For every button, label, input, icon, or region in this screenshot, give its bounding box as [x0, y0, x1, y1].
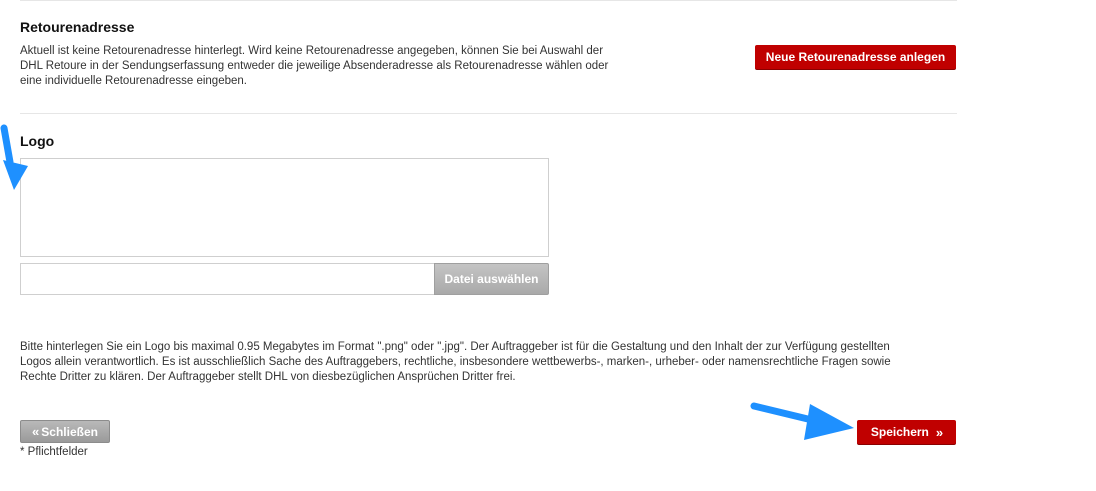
- retoure-description-line: DHL Retoure in der Sendungserfassung ent…: [20, 60, 609, 72]
- double-chevron-right-icon: »: [935, 424, 943, 440]
- retoure-description: Aktuell ist keine Retourenadresse hinter…: [20, 44, 660, 89]
- logo-info-line: Rechte Dritter zu klären. Der Auftraggeb…: [20, 371, 516, 383]
- annotation-arrow: [750, 402, 854, 440]
- logo-info-line: Bitte hinterlegen Sie ein Logo bis maxim…: [20, 341, 890, 353]
- retoure-description-line: Aktuell ist keine Retourenadresse hinter…: [20, 45, 604, 57]
- required-fields-note: * Pflichtfelder: [20, 446, 88, 458]
- close-button[interactable]: « Schließen: [20, 420, 110, 443]
- logo-preview-area: [20, 158, 549, 257]
- save-button-label: Speichern: [870, 425, 929, 439]
- logo-info-line: Logos allein verantwortlich. Es ist auss…: [20, 356, 891, 368]
- double-chevron-left-icon: «: [32, 424, 39, 439]
- save-button[interactable]: Speichern »: [857, 420, 956, 444]
- annotation-arrow: [0, 124, 28, 190]
- new-return-address-button[interactable]: Neue Retourenadresse anlegen: [755, 45, 956, 69]
- close-button-label: Schließen: [41, 424, 98, 439]
- retoure-heading: Retourenadresse: [20, 19, 135, 35]
- section-divider: [20, 113, 957, 114]
- top-divider: [20, 0, 957, 1]
- logo-file-input[interactable]: [20, 263, 434, 295]
- retoure-description-line: eine individuelle Retourenadresse eingeb…: [20, 75, 247, 87]
- choose-file-button[interactable]: Datei auswählen: [434, 263, 549, 295]
- logo-info-text: Bitte hinterlegen Sie ein Logo bis maxim…: [20, 340, 960, 385]
